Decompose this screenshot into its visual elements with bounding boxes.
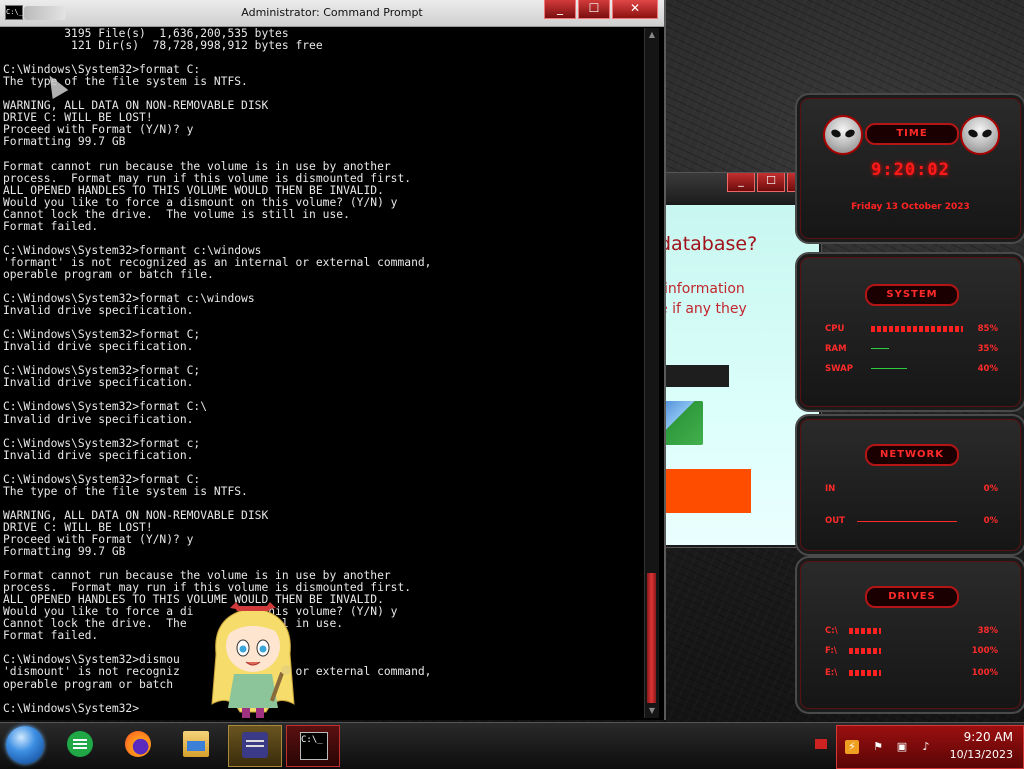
background-maximize-button[interactable]: ☐ <box>757 173 785 192</box>
network-gadget-header: NETWORK <box>865 444 959 466</box>
network-out-graph <box>857 521 957 522</box>
ram-value: 35% <box>977 344 998 354</box>
ram-usage-bar <box>871 348 889 355</box>
alien-head-icon <box>960 115 1000 155</box>
network-in-value: 0% <box>983 484 998 494</box>
ram-row: RAM 35% <box>825 344 998 356</box>
action-center-flag-icon[interactable]: ⚑ <box>871 740 885 754</box>
show-hidden-icons-arrow-icon[interactable] <box>815 739 827 749</box>
scrollbar-thumb[interactable] <box>647 573 656 703</box>
network-icon[interactable]: ▣ <box>895 740 909 754</box>
card-icon <box>242 732 268 758</box>
maximize-button[interactable]: ☐ <box>578 0 610 19</box>
drive-f-row: F:\ 100% <box>825 646 998 658</box>
cpu-value: 85% <box>977 324 998 334</box>
taskbar-notes-app[interactable] <box>54 725 106 765</box>
windows-orb-icon[interactable] <box>6 726 44 764</box>
gadget-date: Friday 13 October 2023 <box>851 202 970 212</box>
gadget-clock: 9:20:02 <box>871 160 950 180</box>
taskbar-clock-date[interactable]: 10/13/2023 <box>950 748 1013 761</box>
drive-c-row: C:\ 38% <box>825 626 998 638</box>
taskbar: C:\_ ⚡ ⚑ ▣ ♪ 9:20 AM 10/13/2023 <box>0 722 1024 769</box>
taskbar-clock-time[interactable]: 9:20 AM <box>964 730 1013 744</box>
swap-row: SWAP 40% <box>825 364 998 376</box>
background-input-field[interactable] <box>659 365 729 387</box>
background-minimize-button[interactable]: _ <box>727 173 755 192</box>
background-action-button[interactable] <box>659 469 751 513</box>
drive-e-label: E:\ <box>825 668 838 678</box>
console-scrollbar[interactable]: ▲ ▼ <box>644 28 659 718</box>
taskbar-file-explorer-app[interactable] <box>170 725 222 765</box>
drive-e-row: E:\ 100% <box>825 668 998 680</box>
network-out-value: 0% <box>983 516 998 526</box>
drive-c-label: C:\ <box>825 626 838 636</box>
background-heading: database? <box>659 233 758 255</box>
system-tray: ⚡ ⚑ ▣ ♪ 9:20 AM 10/13/2023 <box>836 725 1024 769</box>
taskbar-firefox-app[interactable] <box>112 725 164 765</box>
network-out-label: OUT <box>825 516 845 526</box>
network-in-label: IN <box>825 484 836 494</box>
network-in-row: IN 0% <box>825 484 998 496</box>
scroll-up-arrow-icon[interactable]: ▲ <box>645 28 659 42</box>
drive-f-usage-bar <box>849 648 881 654</box>
drives-gadget-header: DRIVES <box>865 586 959 608</box>
green-notes-icon <box>67 731 93 757</box>
background-text-line: information <box>664 281 745 297</box>
swap-usage-bar <box>871 368 907 375</box>
folder-icon <box>183 731 209 757</box>
system-gadget[interactable]: SYSTEM CPU 85% RAM 35% SWAP 40% <box>795 252 1024 412</box>
system-gadget-header: SYSTEM <box>865 284 959 306</box>
swap-label: SWAP <box>825 364 853 374</box>
ram-label: RAM <box>825 344 847 354</box>
command-prompt-window[interactable]: C:\_ Administrator: Command Prompt _ ☐ ✕… <box>0 0 666 720</box>
close-button[interactable]: ✕ <box>612 0 658 19</box>
tray-app-icon[interactable]: ⚡ <box>845 740 859 754</box>
drives-gadget[interactable]: DRIVES C:\ 38% F:\ 100% E:\ 100% <box>795 556 1024 714</box>
drive-f-value: 100% <box>971 646 998 656</box>
drive-c-value: 38% <box>977 626 998 636</box>
cpu-usage-bar <box>871 326 963 332</box>
drive-e-usage-bar <box>849 670 881 676</box>
cmd-icon: C:\_ <box>300 732 328 760</box>
swap-value: 40% <box>977 364 998 374</box>
drive-c-usage-bar <box>849 628 881 634</box>
network-out-row: OUT 0% <box>825 516 998 528</box>
cmd-titlebar[interactable]: C:\_ Administrator: Command Prompt _ ☐ ✕ <box>0 0 664 27</box>
desktop-mascot-character <box>211 602 295 718</box>
network-gadget[interactable]: NETWORK IN 0% OUT 0% <box>795 414 1024 556</box>
time-gadget[interactable]: TIME 9:20:02 Friday 13 October 2023 <box>795 93 1024 244</box>
taskbar-command-prompt-app[interactable]: C:\_ <box>286 725 340 767</box>
cpu-row: CPU 85% <box>825 324 998 336</box>
taskbar-card-app[interactable] <box>228 725 282 767</box>
drive-f-label: F:\ <box>825 646 837 656</box>
alien-head-icon <box>823 115 863 155</box>
firefox-icon <box>125 731 151 757</box>
background-text-line: e if any they <box>659 301 747 317</box>
time-gadget-header: TIME <box>865 123 959 145</box>
cpu-label: CPU <box>825 324 845 334</box>
volume-icon[interactable]: ♪ <box>919 740 933 754</box>
console-output[interactable]: 3195 File(s) 1,636,200,535 bytes 121 Dir… <box>3 28 643 718</box>
scroll-down-arrow-icon[interactable]: ▼ <box>645 704 659 718</box>
drive-e-value: 100% <box>971 668 998 678</box>
minimize-button[interactable]: _ <box>544 0 576 19</box>
